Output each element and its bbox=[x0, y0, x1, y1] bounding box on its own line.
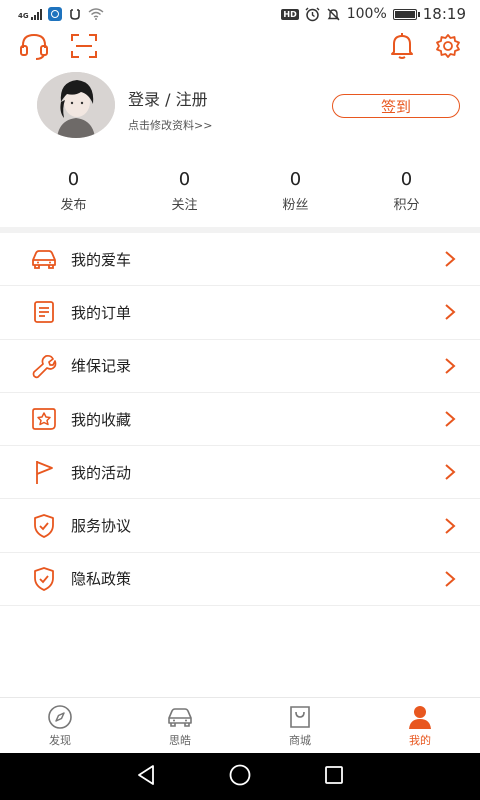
stat-value: 0 bbox=[178, 169, 191, 190]
profile-section: 登录 / 注册 点击修改资料>> 签到 bbox=[0, 72, 480, 142]
scan-button[interactable] bbox=[68, 30, 100, 62]
chevron-right-icon bbox=[442, 462, 458, 482]
stat-value: 0 bbox=[67, 169, 80, 190]
mute-icon bbox=[327, 8, 340, 20]
menu-item-my-orders[interactable]: 我的订单 bbox=[0, 286, 480, 340]
back-button[interactable] bbox=[135, 764, 157, 790]
menu-item-service-agreement[interactable]: 服务协议 bbox=[0, 499, 480, 553]
car-icon bbox=[166, 704, 194, 730]
checkin-button[interactable]: 签到 bbox=[332, 94, 460, 118]
status-bar: 4G HD 100% 18:19 bbox=[0, 0, 480, 28]
wrench-icon bbox=[30, 352, 58, 380]
stat-points[interactable]: 0 积分 bbox=[351, 168, 462, 218]
wifi-icon bbox=[88, 8, 104, 20]
alarm-icon bbox=[305, 7, 320, 21]
stat-label: 粉丝 bbox=[282, 198, 309, 213]
compass-icon bbox=[46, 704, 74, 730]
tab-discover[interactable]: 发现 bbox=[0, 698, 120, 753]
menu-item-maintenance-records[interactable]: 维保记录 bbox=[0, 340, 480, 393]
shield-check-icon bbox=[30, 512, 58, 540]
tab-mall[interactable]: 商城 bbox=[240, 698, 360, 753]
headset-icon bbox=[20, 33, 48, 60]
recent-apps-icon bbox=[324, 765, 343, 784]
car-icon bbox=[30, 245, 58, 273]
edit-profile-hint[interactable]: 点击修改资料>> bbox=[128, 117, 212, 133]
tab-label: 发现 bbox=[49, 733, 71, 747]
customer-service-button[interactable] bbox=[18, 30, 50, 62]
user-icon bbox=[406, 704, 434, 730]
shopping-bag-icon bbox=[286, 704, 314, 730]
menu-item-label: 隐私政策 bbox=[71, 570, 132, 589]
notification-icon bbox=[69, 9, 80, 20]
stat-value: 0 bbox=[289, 169, 302, 190]
menu-item-label: 我的订单 bbox=[71, 303, 132, 322]
chevron-right-icon bbox=[442, 356, 458, 376]
menu-list: 我的爱车 我的订单 维保记录 我的收藏 我的活动 服务协议 隐私政策 bbox=[0, 233, 480, 607]
hd-badge: HD bbox=[281, 8, 299, 20]
status-right: HD 100% 18:19 bbox=[281, 5, 466, 23]
menu-item-label: 我的收藏 bbox=[71, 410, 132, 429]
home-icon bbox=[229, 764, 251, 785]
stat-value: 0 bbox=[400, 169, 413, 190]
gear-icon bbox=[436, 34, 460, 58]
stat-label: 发布 bbox=[60, 198, 87, 213]
chevron-right-icon bbox=[442, 516, 458, 536]
shield-check-icon bbox=[30, 565, 58, 593]
login-register-link[interactable]: 登录 / 注册 bbox=[128, 86, 208, 110]
tab-brand[interactable]: 思皓 bbox=[120, 698, 240, 753]
chevron-right-icon bbox=[442, 569, 458, 589]
bottom-tab-bar: 发现 思皓 商城 我的 bbox=[0, 697, 480, 753]
menu-item-label: 服务协议 bbox=[71, 517, 132, 536]
menu-item-label: 我的爱车 bbox=[71, 250, 132, 269]
stat-following[interactable]: 0 关注 bbox=[129, 168, 240, 218]
stats-row: 0 发布 0 关注 0 粉丝 0 积分 bbox=[0, 168, 480, 218]
stat-label: 关注 bbox=[171, 198, 198, 213]
signal-icon bbox=[30, 8, 42, 20]
notifications-button[interactable] bbox=[386, 30, 418, 62]
scan-icon bbox=[71, 34, 97, 58]
home-button[interactable] bbox=[228, 763, 252, 791]
network-type: 4G bbox=[18, 11, 29, 20]
status-left: 4G bbox=[18, 7, 104, 21]
back-icon bbox=[138, 764, 155, 785]
avatar[interactable] bbox=[37, 72, 115, 138]
battery-percent: 100% bbox=[346, 6, 387, 22]
top-action-bar bbox=[0, 30, 480, 62]
flag-icon bbox=[30, 458, 58, 486]
menu-item-my-activities[interactable]: 我的活动 bbox=[0, 446, 480, 500]
menu-item-privacy-policy[interactable]: 隐私政策 bbox=[0, 553, 480, 607]
bell-icon bbox=[391, 33, 413, 59]
tab-label: 我的 bbox=[409, 733, 431, 747]
clock: 18:19 bbox=[422, 5, 466, 23]
recent-apps-button[interactable] bbox=[323, 764, 345, 790]
system-navigation-bar bbox=[0, 753, 480, 800]
tab-label: 思皓 bbox=[169, 733, 191, 747]
menu-item-label: 维保记录 bbox=[71, 357, 132, 376]
menu-item-my-car[interactable]: 我的爱车 bbox=[0, 233, 480, 287]
app-notification-icon bbox=[47, 7, 62, 21]
battery-icon bbox=[392, 8, 420, 20]
favorite-icon bbox=[30, 405, 58, 433]
chevron-right-icon bbox=[442, 249, 458, 269]
chevron-right-icon bbox=[442, 302, 458, 322]
network-indicator: 4G bbox=[18, 8, 42, 20]
stat-label: 积分 bbox=[393, 198, 420, 213]
avatar-image bbox=[37, 72, 115, 138]
stat-posts[interactable]: 0 发布 bbox=[18, 168, 129, 218]
order-icon bbox=[30, 298, 58, 326]
menu-item-favorites[interactable]: 我的收藏 bbox=[0, 393, 480, 447]
chevron-right-icon bbox=[442, 409, 458, 429]
menu-item-label: 我的活动 bbox=[71, 463, 132, 482]
tab-label: 商城 bbox=[289, 733, 311, 747]
settings-button[interactable] bbox=[432, 30, 464, 62]
tab-mine[interactable]: 我的 bbox=[360, 698, 480, 753]
stat-followers[interactable]: 0 粉丝 bbox=[240, 168, 351, 218]
